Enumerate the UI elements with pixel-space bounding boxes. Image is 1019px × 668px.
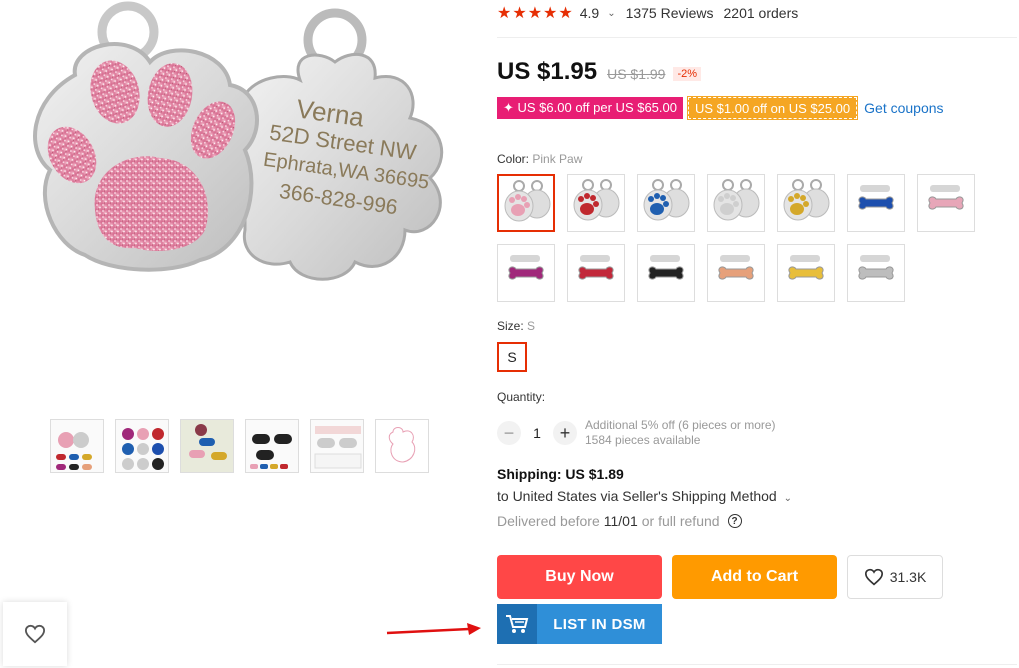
- quantity-stepper: − 1 + Additional 5% off (6 pieces or mor…: [497, 418, 776, 448]
- thumbnail-2[interactable]: [115, 419, 169, 473]
- thumbnail-strip: [50, 419, 429, 473]
- color-label: Color: Pink Paw: [497, 152, 582, 166]
- glitter-paw-tag: [33, 1, 259, 272]
- floating-wishlist-button[interactable]: [3, 602, 67, 666]
- thumbnail-6[interactable]: [375, 419, 429, 473]
- size-label: Size: S: [497, 319, 535, 333]
- store-coupon-badge[interactable]: ✦ US $6.00 off per US $65.00: [497, 97, 683, 119]
- delivery-prefix: Delivered before: [497, 513, 600, 529]
- divider: [497, 664, 1017, 665]
- color-swatch-pink-paw[interactable]: [497, 174, 555, 232]
- buy-now-button[interactable]: Buy Now: [497, 555, 662, 599]
- help-icon[interactable]: ?: [727, 514, 742, 528]
- quantity-increase-button[interactable]: +: [553, 421, 577, 445]
- shipping-destination[interactable]: to United States via Seller's Shipping M…: [497, 488, 792, 504]
- size-label-text: Size:: [497, 319, 524, 333]
- wishlist-button[interactable]: 31.3K: [847, 555, 943, 599]
- engraved-tag-back: Verna 52D Street NW Ephrata,WA 36695 366…: [242, 8, 444, 281]
- color-swatch-gold-bone[interactable]: [777, 244, 835, 302]
- chevron-down-icon: ⌄: [783, 493, 793, 504]
- wishlist-count: 31.3K: [889, 569, 927, 585]
- color-swatch-blue-paw[interactable]: [637, 174, 695, 232]
- add-to-cart-button[interactable]: Add to Cart: [672, 555, 837, 599]
- orders-count: 2201 orders: [723, 5, 799, 21]
- rating-stars-icon: ★★★★★: [497, 5, 574, 22]
- list-in-dsm-label: LIST IN DSM: [553, 615, 646, 633]
- thumbnail-4[interactable]: [245, 419, 299, 473]
- delivery-suffix: or full refund: [641, 513, 720, 529]
- color-swatch-red-bone[interactable]: [567, 244, 625, 302]
- red-arrow-icon: [386, 623, 481, 635]
- quantity-input[interactable]: 1: [521, 425, 553, 441]
- size-selected-value: S: [527, 319, 536, 333]
- pet-tag-illustration: Verna 52D Street NW Ephrata,WA 36695 366…: [33, 1, 444, 281]
- quantity-decrease-button[interactable]: −: [497, 421, 521, 445]
- get-coupons-link[interactable]: Get coupons: [864, 100, 943, 116]
- color-selected-value: Pink Paw: [532, 152, 583, 166]
- thumbnail-5[interactable]: [310, 419, 364, 473]
- rating-score[interactable]: 4.9: [580, 5, 599, 21]
- color-swatch-black-bone[interactable]: [637, 244, 695, 302]
- heart-icon: [864, 568, 883, 586]
- current-price: US $1.95: [497, 58, 598, 85]
- color-swatch-red-paw[interactable]: [567, 174, 625, 232]
- thumbnail-3[interactable]: [180, 419, 234, 473]
- original-price: US $1.99: [607, 66, 666, 82]
- delivery-date: 11/01: [603, 513, 638, 529]
- shipping-cost: Shipping: US $1.89: [497, 466, 624, 482]
- discount-badge: -2%: [673, 67, 702, 81]
- color-swatch-silver-bone[interactable]: [847, 244, 905, 302]
- main-product-image: Verna 52D Street NW Ephrata,WA 36695 366…: [0, 0, 470, 400]
- color-swatch-silver-paw[interactable]: [707, 174, 765, 232]
- color-swatch-pink-bone-paw[interactable]: [917, 174, 975, 232]
- color-swatch-blue-bone-paw[interactable]: [847, 174, 905, 232]
- color-swatch-rose-gold-bone[interactable]: [707, 244, 765, 302]
- shipping-destination-text: to United States via Seller's Shipping M…: [497, 488, 777, 504]
- quantity-info: Additional 5% off (6 pieces or more) 158…: [585, 418, 776, 448]
- color-label-text: Color:: [497, 152, 530, 166]
- size-option-s[interactable]: S: [497, 342, 527, 372]
- cart-icon: [497, 604, 537, 644]
- rating-row: ★★★★★ 4.9 ⌄ 1375 Reviews 2201 orders: [497, 4, 798, 22]
- coupons-row: ✦ US $6.00 off per US $65.00 US $1.00 of…: [497, 96, 944, 120]
- color-swatch-purple-bone[interactable]: [497, 244, 555, 302]
- color-swatch-gold-paw[interactable]: [777, 174, 835, 232]
- quantity-label: Quantity:: [497, 390, 546, 404]
- divider: [497, 37, 1017, 38]
- heart-icon: [24, 624, 46, 644]
- select-coupon-badge[interactable]: US $1.00 off on US $25.00: [686, 96, 859, 120]
- pieces-available: 1584 pieces available: [585, 433, 701, 447]
- price-row: US $1.95 US $1.99 -2%: [497, 58, 702, 86]
- thumbnail-1[interactable]: [50, 419, 104, 473]
- reviews-count[interactable]: 1375 Reviews: [626, 5, 714, 21]
- chevron-down-icon[interactable]: ⌄: [607, 8, 615, 19]
- delivery-estimate: Delivered before 11/01 or full refund ?: [497, 513, 742, 529]
- bulk-discount-note: Additional 5% off (6 pieces or more): [585, 418, 776, 432]
- color-swatches: [497, 174, 975, 302]
- list-in-dsm-button[interactable]: LIST IN DSM: [497, 604, 662, 644]
